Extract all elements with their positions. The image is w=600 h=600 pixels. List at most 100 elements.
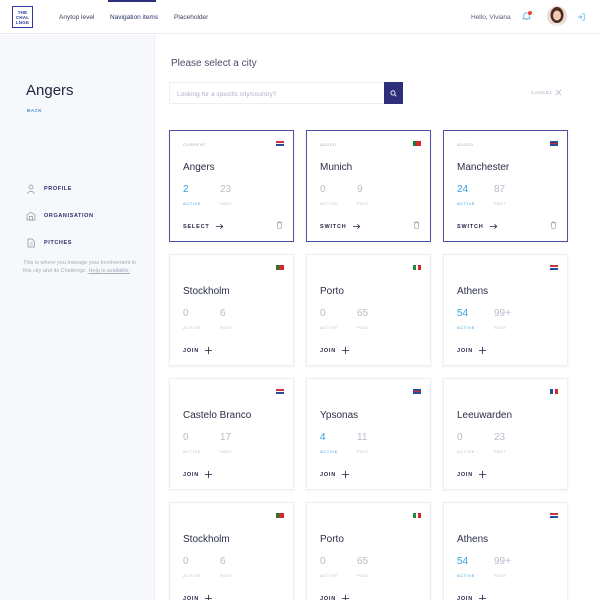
past-count: 11 [357,432,368,443]
search-icon [390,89,397,97]
city-card[interactable]: Stockholm 0 ACTIVE 6 PAST JOIN [169,502,294,600]
join-button[interactable]: JOIN [320,594,350,600]
trash-icon[interactable] [413,221,420,229]
logo[interactable]: THE CHAL LNGE [12,6,33,28]
search-input[interactable] [170,84,370,105]
sidebar-item-label: PROFILE [44,186,73,192]
active-label: ACTIVE [457,201,476,206]
past-count: 9 [357,184,363,195]
join-button[interactable]: JOIN [183,346,213,355]
join-button[interactable]: JOIN [457,346,487,355]
active-count: 0 [183,308,189,319]
join-button[interactable]: JOIN [320,470,350,479]
past-label: PAST [357,201,370,206]
switch-button[interactable]: SWITCH [457,222,498,231]
arrow-right-icon [489,223,497,230]
plus-icon [204,346,213,355]
back-link[interactable]: BACK [27,108,42,113]
nav-item-navigation-items[interactable]: Navigation items [110,14,158,21]
join-button[interactable]: JOIN [183,594,213,600]
past-label: PAST [494,449,507,454]
city-card[interactable]: Leeuwarden 0 ACTIVE 23 PAST JOIN [443,378,568,490]
nav-item-placeholder[interactable]: Placeholder [174,14,208,21]
action-label: JOIN [320,347,337,354]
past-count: 23 [494,432,506,443]
active-count: 2 [183,184,189,195]
past-count: 99+ [494,308,511,319]
city-card[interactable]: ADDED Munich 0 ACTIVE 9 PAST SWITCH [306,130,431,242]
action-label: JOIN [183,595,200,600]
past-label: PAST [494,201,507,206]
card-status: ADDED [320,142,337,147]
top-bar: THE CHAL LNGE Anytop level Navigation it… [0,0,600,34]
past-count: 65 [357,308,369,319]
past-label: PAST [357,449,370,454]
plus-icon [204,594,213,600]
organisation-icon [26,211,36,221]
action-label: JOIN [320,471,337,478]
join-button[interactable]: JOIN [183,470,213,479]
active-count: 54 [457,556,469,567]
active-nav-indicator [108,0,156,2]
help-link[interactable]: Help is available. [88,268,130,274]
action-label: JOIN [457,595,474,600]
join-button[interactable]: JOIN [457,470,487,479]
action-label: SELECT [183,223,210,230]
past-label: PAST [357,573,370,578]
past-label: PAST [220,325,233,330]
active-label: ACTIVE [183,325,202,330]
action-label: JOIN [457,347,474,354]
action-label: SWITCH [457,223,484,230]
city-card[interactable]: ADDED Manchester 24 ACTIVE 87 PAST SWITCH [443,130,568,242]
city-card[interactable]: Porto 0 ACTIVE 65 PAST JOIN [306,502,431,600]
switch-button[interactable]: SWITCH [320,222,361,231]
city-name: Castelo Branco [183,410,252,421]
logout-icon[interactable] [577,13,585,21]
flag-icon [413,265,422,270]
active-label: ACTIVE [183,201,202,206]
sidebar [0,35,155,600]
city-name: Porto [320,286,344,297]
city-name: Angers [183,162,215,173]
plus-icon [478,346,487,355]
active-count: 24 [457,184,469,195]
past-count: 6 [220,556,226,567]
trash-icon[interactable] [276,221,283,229]
active-label: ACTIVE [457,449,476,454]
past-label: PAST [220,573,233,578]
flag-icon [550,141,558,147]
city-card[interactable]: Stockholm 0 ACTIVE 6 PAST JOIN [169,254,294,366]
flag-icon [276,265,285,270]
city-card[interactable]: Porto 0 ACTIVE 65 PAST JOIN [306,254,431,366]
cancel-button[interactable]: CANCEL [531,90,553,95]
city-card[interactable]: Ypsonas 4 ACTIVE 11 PAST JOIN [306,378,431,490]
flag-icon [276,389,284,395]
active-label: ACTIVE [320,325,339,330]
past-count: 99+ [494,556,511,567]
city-name: Leeuwarden [457,410,513,421]
close-icon[interactable] [555,89,562,96]
sidebar-item-pitches[interactable]: PITCHES [26,238,72,248]
flag-icon [550,513,558,519]
join-button[interactable]: JOIN [457,594,487,600]
trash-icon[interactable] [550,221,557,229]
sidebar-item-organisation[interactable]: ORGANISATION [26,211,94,221]
action-label: JOIN [320,595,337,600]
city-card[interactable]: CURRENT Angers 2 ACTIVE 23 PAST SELECT [169,130,294,242]
city-card[interactable]: Castelo Branco 0 ACTIVE 17 PAST JOIN [169,378,294,490]
plus-icon [204,470,213,479]
active-count: 0 [457,432,463,443]
page-title: Please select a city [171,58,257,69]
sidebar-item-profile[interactable]: PROFILE [26,184,72,194]
sidebar-item-label: ORGANISATION [44,213,94,219]
select-button[interactable]: SELECT [183,222,224,231]
city-card[interactable]: Athens 54 ACTIVE 99+ PAST JOIN [443,502,568,600]
join-button[interactable]: JOIN [320,346,350,355]
nav-item-anytop-level[interactable]: Anytop level [59,14,94,21]
plus-icon [478,470,487,479]
card-status: CURRENT [183,142,207,147]
city-card[interactable]: Athens 54 ACTIVE 99+ PAST JOIN [443,254,568,366]
search-button[interactable] [384,82,403,104]
past-label: PAST [220,449,233,454]
avatar[interactable] [547,6,567,26]
